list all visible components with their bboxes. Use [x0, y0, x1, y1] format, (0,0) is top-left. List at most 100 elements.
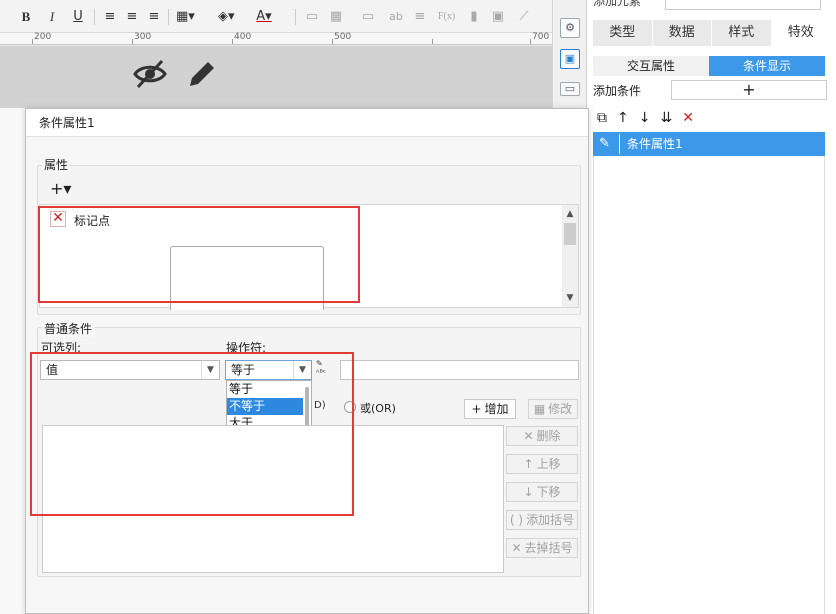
dialog-title: 条件属性1 [26, 109, 588, 137]
move-up-icon[interactable]: ↑ [617, 108, 629, 128]
move-down-icon[interactable]: ↓ [639, 108, 651, 128]
canvas-header-area [0, 46, 552, 108]
column-label: 可选列: [41, 341, 82, 355]
scroll-up-arrow-icon[interactable]: ▲ [562, 207, 578, 221]
text-field-button[interactable]: ab [388, 7, 404, 27]
operator-option[interactable]: 等于 [227, 381, 311, 398]
chevron-down-icon[interactable]: ▼ [201, 361, 219, 379]
remove-bracket-button-label: 去掉括号 [524, 541, 573, 555]
format-toolbar: B I U ≡ ≡ ≡ ▦▾ ◈▾ A▾ ▭ ▦ ▭ ab ≡ F(x) ▮ ▣… [0, 0, 552, 33]
or-radio[interactable] [344, 401, 356, 413]
formula-abc-icon[interactable]: ✎ ᴬᴮᶜ [316, 359, 338, 379]
modify-icon: ▦ [533, 402, 546, 416]
move-down-button[interactable]: ↓ 下移 [506, 482, 578, 502]
common-conditions-legend: 普通条件 [42, 320, 95, 337]
operator-select[interactable]: 等于 ▼ [225, 360, 312, 380]
chevron-down-icon[interactable]: ▼ [293, 361, 311, 379]
or-label: 或(OR) [360, 402, 396, 415]
settings-icon[interactable]: ⚙ [560, 18, 580, 38]
ruler-mark: 300 [134, 32, 152, 42]
move-down-button-label: 下移 [536, 485, 561, 499]
table-icon[interactable]: ▦ [328, 7, 344, 27]
sort-icon[interactable]: ⇊ [660, 108, 672, 128]
add-bracket-button[interactable]: ( ) 添加括号 [506, 510, 578, 530]
property-item-label[interactable]: 标记点 [74, 212, 110, 229]
ruler-tick [32, 39, 33, 44]
formula-button[interactable]: F(x) [438, 7, 455, 27]
add-property-button[interactable]: +▾ [50, 181, 78, 199]
add-condition-label: 添加条件 [593, 84, 642, 98]
border-icon[interactable]: ▦▾ [176, 7, 195, 27]
tab-effects[interactable]: 特效 [771, 20, 831, 46]
frame-icon[interactable]: ▭ [304, 7, 320, 27]
remove-property-icon[interactable]: ✕ [50, 211, 66, 227]
move-up-button[interactable]: ↑ 上移 [506, 454, 578, 474]
tab-type[interactable]: 类型 [593, 20, 653, 46]
add-condition-button[interactable]: + [671, 80, 827, 100]
condition-item-label: 条件属性1 [627, 137, 683, 151]
remove-bracket-icon: ✕ [511, 541, 522, 555]
frame-select-icon[interactable]: ▣ [560, 49, 580, 69]
condition-value-input[interactable] [340, 360, 579, 380]
add-condition-row: 添加条件 + [593, 80, 833, 100]
remove-bracket-button[interactable]: ✕ 去掉括号 [506, 538, 578, 558]
subtab-interaction[interactable]: 交互属性 [593, 56, 709, 76]
ruler-tick [530, 39, 531, 44]
align-center-icon[interactable]: ≡ [124, 7, 140, 27]
column-select[interactable]: 值 ▼ [40, 360, 220, 380]
delete-icon[interactable]: ✕ [682, 108, 694, 128]
move-up-button-label: 上移 [536, 457, 561, 471]
ruler-mark: 400 [234, 32, 252, 42]
condition-toolbar: ⧉ ↑ ↓ ⇊ ✕ [597, 108, 694, 128]
add-button[interactable]: + 增加 [464, 399, 516, 419]
bold-button[interactable]: B [18, 7, 34, 27]
condition-entries-list[interactable] [42, 425, 504, 573]
scroll-down-arrow-icon[interactable]: ▼ [562, 291, 578, 305]
add-button-label: 增加 [484, 402, 509, 416]
ruler-tick [132, 39, 133, 44]
add-element-button[interactable] [665, 0, 821, 10]
operator-select-value: 等于 [231, 363, 256, 377]
fill-color-icon[interactable]: ◈▾ [218, 7, 235, 27]
underline-button[interactable]: U [70, 7, 86, 27]
arrow-down-icon: ↓ [523, 485, 534, 499]
condition-list-item[interactable]: ✎ 条件属性1 [593, 132, 825, 156]
ruler-mark: 200 [34, 32, 52, 42]
edit-icon[interactable]: ✎ [599, 132, 610, 156]
canvas-left-strip [0, 108, 25, 614]
ruler-tick [332, 39, 333, 44]
bracket-icon: ( ) [509, 513, 524, 527]
toolbar-divider [94, 9, 95, 25]
add-element-row: 添加元素 [587, 0, 836, 20]
hide-eye-icon[interactable] [132, 56, 168, 92]
paragraph-icon[interactable]: ≡ [412, 7, 428, 27]
toolbar-divider [295, 9, 296, 25]
scroll-thumb[interactable] [564, 223, 576, 245]
edit-pencil-icon[interactable] [184, 56, 216, 92]
modify-button[interactable]: ▦ 修改 [528, 399, 578, 419]
copy-icon[interactable]: ⧉ [597, 108, 607, 128]
image-icon[interactable]: ▣ [490, 7, 506, 27]
condition-list [593, 132, 825, 614]
and-label: D) [314, 400, 326, 411]
property-list: ✕ 标记点 ▲ ▼ [39, 204, 579, 310]
chart-icon[interactable]: ▮ [466, 7, 482, 27]
property-list-scrollbar[interactable]: ▲ ▼ [562, 205, 578, 307]
effects-subtabs: 交互属性 条件显示 [593, 56, 825, 76]
delete-button[interactable]: ✕ 删除 [506, 426, 578, 446]
link-icon[interactable]: ▭ [360, 7, 376, 27]
ruler-mark: 500 [334, 32, 352, 42]
right-properties-panel: 添加元素 类型 数据 样式 特效 交互属性 条件显示 添加条件 + ⧉ ↑ ↓ … [586, 0, 836, 614]
align-right-icon[interactable]: ≡ [146, 7, 162, 27]
tab-data[interactable]: 数据 [652, 20, 712, 46]
align-left-icon[interactable]: ≡ [102, 7, 118, 27]
arrow-up-icon: ↑ [523, 457, 534, 471]
delete-x-icon: ✕ [523, 429, 534, 443]
panel-icon[interactable]: ▭ [560, 82, 580, 96]
tab-style[interactable]: 样式 [712, 20, 772, 46]
operator-option[interactable]: 不等于 [227, 398, 311, 415]
subtab-conditional-display[interactable]: 条件显示 [709, 56, 825, 76]
italic-button[interactable]: I [44, 7, 60, 27]
font-color-icon[interactable]: A▾ [256, 7, 272, 27]
slash-icon[interactable]: ⟋ [516, 7, 532, 27]
